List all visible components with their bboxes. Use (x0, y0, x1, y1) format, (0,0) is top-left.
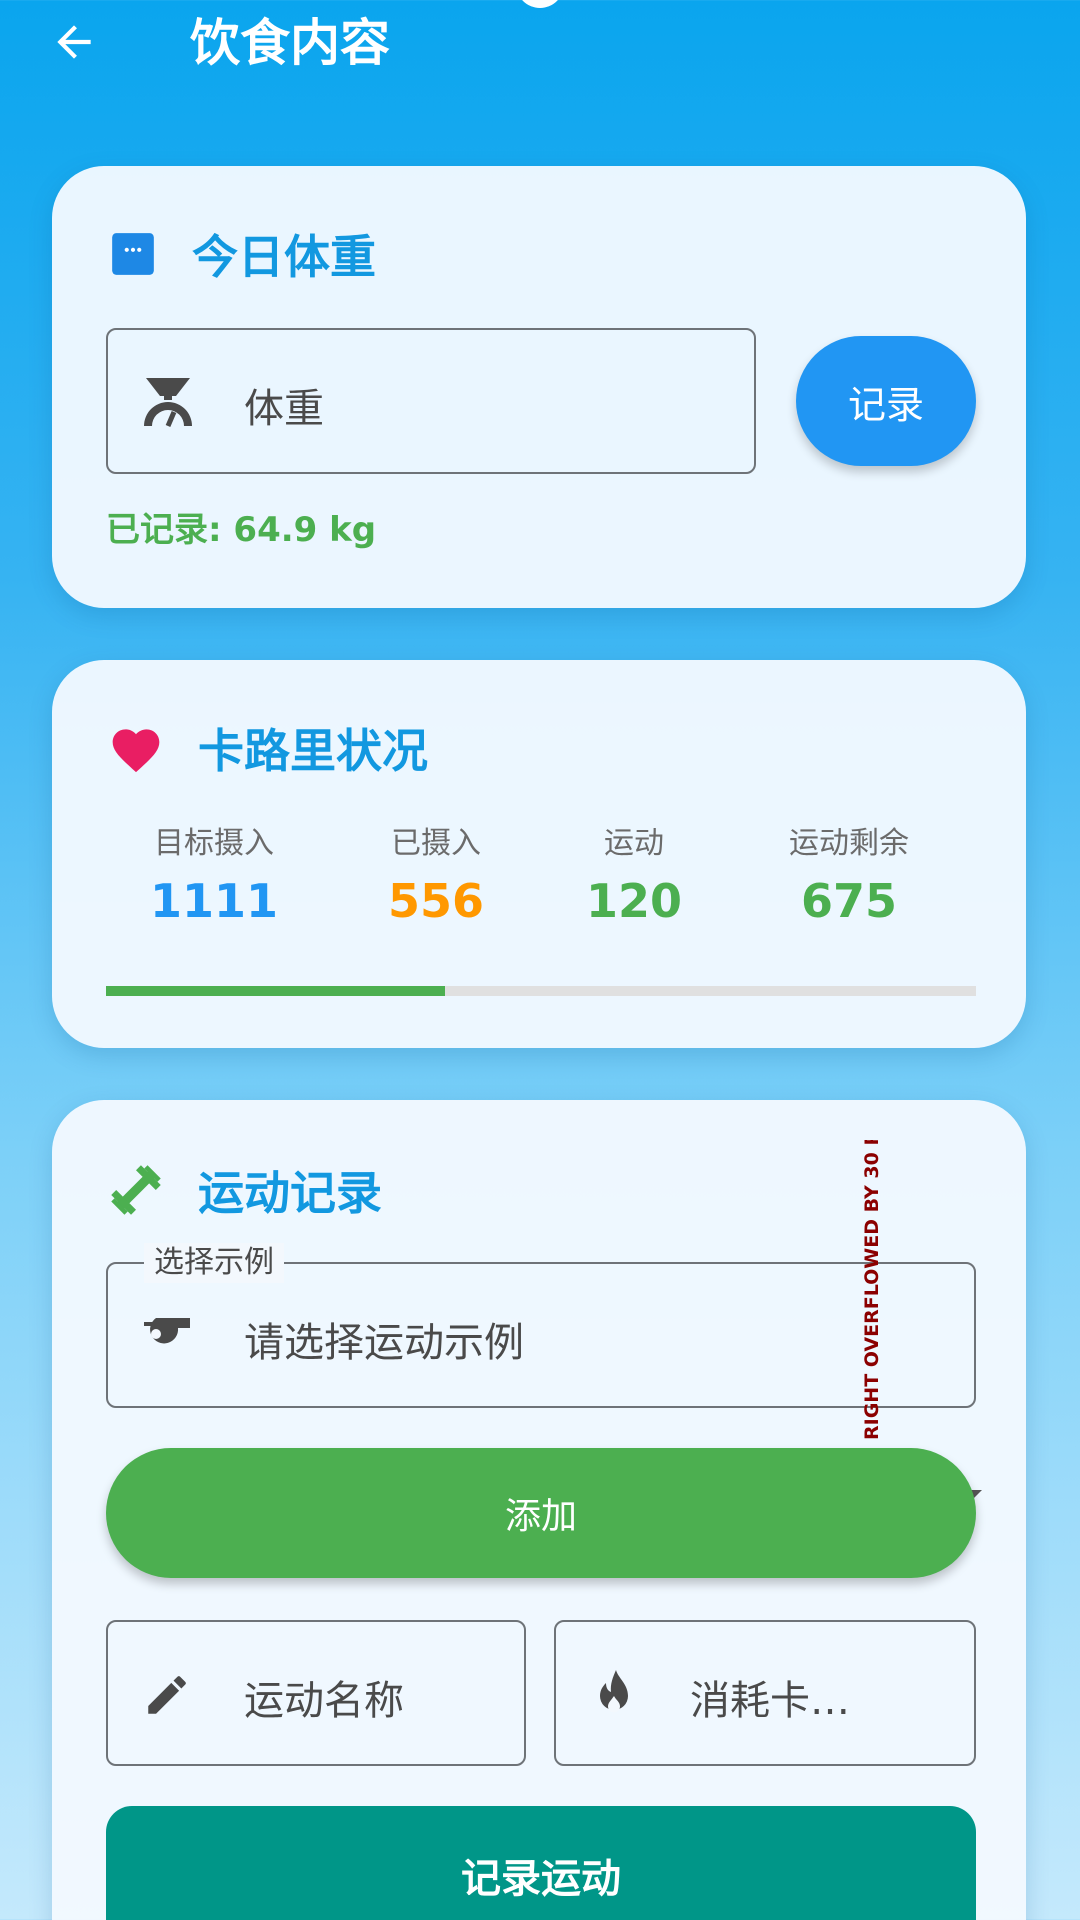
exercise-select-placeholder: 请选择运动示例 (244, 1320, 524, 1366)
calorie-progress-fill (106, 986, 446, 996)
recorded-weight-text: 已记录: 64.9 kg (106, 510, 377, 550)
scale-icon (144, 378, 192, 427)
stat-value: 1111 (149, 874, 279, 928)
stat-exercise: 运动 120 (514, 820, 754, 934)
dumbbell-icon (111, 1165, 161, 1215)
overflow-warning-text: RIGHT OVERFLOWED BY 30 PIXELS (861, 1140, 883, 1440)
back-arrow-icon (57, 25, 91, 59)
calorie-card: 卡路里状况 目标摄入 1111 已摄入 556 运动 120 运动剩余 675 (52, 660, 1026, 1048)
note-icon (112, 233, 154, 275)
page-title: 饮食内容 (190, 14, 390, 72)
stat-value: 675 (800, 874, 898, 928)
weight-card-title: 今日体重 (192, 230, 376, 284)
calories-burned-placeholder: 消耗卡… (690, 1678, 850, 1724)
heart-icon (112, 729, 160, 773)
app-bar: 饮食内容 (0, 0, 1080, 90)
calories-burned-input[interactable]: 消耗卡… (554, 1620, 976, 1766)
stat-value: 120 (585, 874, 683, 928)
weight-card-header: 今日体重 (108, 222, 376, 286)
weight-input[interactable]: 体重 (106, 328, 756, 474)
exercise-name-input[interactable]: 运动名称 (106, 1620, 526, 1766)
exercise-example-select[interactable]: 请选择运动示例 (106, 1262, 982, 1532)
calorie-card-title: 卡路里状况 (198, 724, 428, 778)
exercise-card-header: 运动记录 (108, 1158, 382, 1222)
back-button[interactable] (44, 12, 104, 72)
whistle-icon (144, 1318, 190, 1344)
calorie-progress-bar (106, 986, 976, 996)
pencil-icon (148, 1676, 186, 1714)
exercise-card: 运动记录 请选择运动示例 选择示例 RIGHT OVERFLOWED BY 30… (52, 1100, 1026, 1920)
stat-target-intake: 目标摄入 1111 (94, 820, 334, 934)
exercise-card-title: 运动记录 (198, 1166, 382, 1220)
stat-label: 运动剩余 (789, 826, 909, 861)
stat-label: 运动 (604, 826, 664, 861)
add-exercise-button[interactable]: 添加 (106, 1448, 976, 1578)
stat-exercise-remaining: 运动剩余 675 (729, 820, 969, 934)
log-exercise-button[interactable]: 记录运动 (106, 1806, 976, 1920)
exercise-name-placeholder: 运动名称 (244, 1678, 404, 1724)
exercise-select-label: 选择示例 (144, 1243, 284, 1283)
stat-label: 目标摄入 (154, 826, 274, 861)
calorie-card-header: 卡路里状况 (108, 716, 428, 780)
record-weight-button[interactable]: 记录 (796, 336, 976, 466)
weight-input-placeholder: 体重 (244, 386, 324, 432)
flame-icon (600, 1670, 628, 1713)
weight-card: 今日体重 体重 记录 已记录: 64.9 kg (52, 166, 1026, 608)
